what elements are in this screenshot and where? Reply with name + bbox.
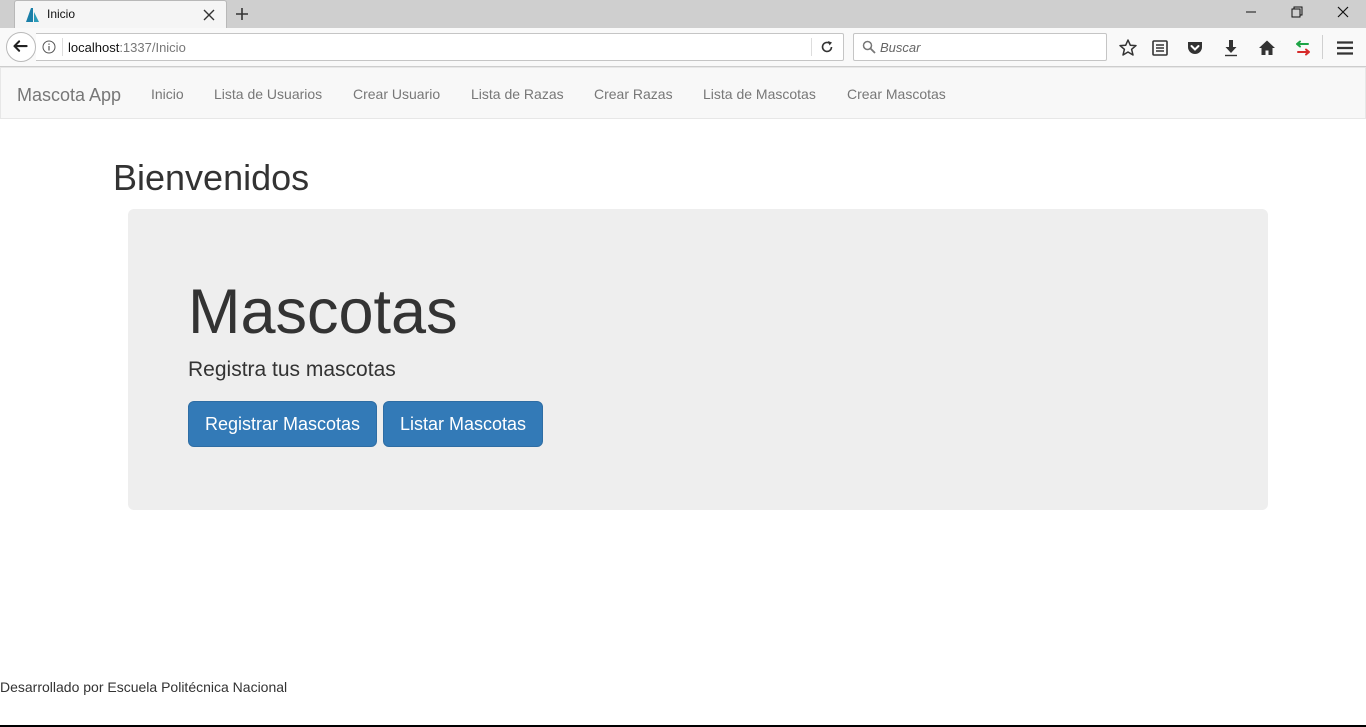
hamburger-menu-icon[interactable] bbox=[1335, 38, 1355, 58]
window-close-icon[interactable] bbox=[1320, 0, 1366, 28]
page-title: Bienvenidos bbox=[113, 157, 310, 198]
search-bar[interactable] bbox=[853, 33, 1107, 61]
new-tab-icon[interactable] bbox=[234, 6, 250, 22]
browser-navbar: localhost:1337/Inicio bbox=[0, 28, 1366, 67]
url-path: :1337/Inicio bbox=[119, 40, 186, 55]
nav-link-lista-razas[interactable]: Lista de Razas bbox=[471, 86, 564, 102]
restore-icon[interactable] bbox=[1274, 0, 1320, 28]
jumbotron-title: Mascotas bbox=[188, 277, 458, 347]
url-text[interactable]: localhost:1337/Inicio bbox=[68, 40, 186, 55]
toolbar-separator bbox=[1322, 35, 1323, 59]
nav-link-crear-mascotas[interactable]: Crear Mascotas bbox=[847, 86, 946, 102]
tab-title: Inicio bbox=[47, 7, 76, 21]
jumbotron: Mascotas Registra tus mascotas Registrar… bbox=[128, 209, 1268, 510]
reading-list-icon[interactable] bbox=[1150, 38, 1170, 58]
search-input[interactable] bbox=[880, 38, 1100, 56]
close-tab-icon[interactable] bbox=[201, 7, 217, 23]
brand-link[interactable]: Mascota App bbox=[17, 85, 121, 106]
url-host: localhost bbox=[68, 40, 120, 55]
address-bar[interactable]: localhost:1337/Inicio bbox=[36, 33, 844, 61]
reload-icon[interactable] bbox=[820, 40, 834, 54]
reload-divider bbox=[811, 38, 812, 56]
back-arrow-icon bbox=[13, 40, 28, 52]
url-separator bbox=[62, 38, 63, 56]
tab-strip: Inicio bbox=[0, 0, 1366, 28]
app-navbar: Mascota App Inicio Lista de Usuarios Cre… bbox=[0, 67, 1366, 119]
nav-link-crear-usuario[interactable]: Crear Usuario bbox=[353, 86, 440, 102]
footer-text: Desarrollado por Escuela Politécnica Nac… bbox=[0, 679, 288, 695]
sync-arrows-icon[interactable] bbox=[1293, 38, 1313, 58]
home-icon[interactable] bbox=[1257, 38, 1277, 58]
search-icon bbox=[862, 40, 876, 54]
jumbotron-subtitle: Registra tus mascotas bbox=[188, 358, 396, 381]
nav-link-lista-usuarios[interactable]: Lista de Usuarios bbox=[214, 86, 322, 102]
nav-link-lista-mascotas[interactable]: Lista de Mascotas bbox=[703, 86, 816, 102]
info-icon[interactable] bbox=[42, 40, 56, 54]
list-pets-button[interactable]: Listar Mascotas bbox=[383, 401, 543, 447]
minimize-icon[interactable] bbox=[1228, 0, 1274, 28]
nav-link-inicio[interactable]: Inicio bbox=[151, 86, 184, 102]
register-pets-button[interactable]: Registrar Mascotas bbox=[188, 401, 377, 447]
download-icon[interactable] bbox=[1221, 38, 1241, 58]
nav-link-crear-razas[interactable]: Crear Razas bbox=[594, 86, 673, 102]
app-favicon-icon bbox=[26, 8, 39, 22]
browser-tab[interactable]: Inicio bbox=[14, 0, 227, 28]
star-icon[interactable] bbox=[1118, 38, 1138, 58]
back-button[interactable] bbox=[6, 32, 36, 62]
pocket-icon[interactable] bbox=[1185, 38, 1205, 58]
